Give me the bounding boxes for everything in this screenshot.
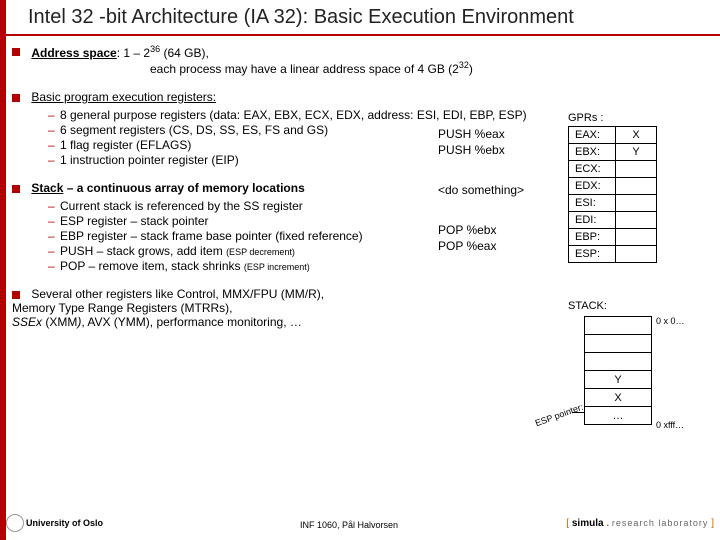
gpr-table: EAX:X EBX:Y ECX: EDX: ESI: EDI: EBP: ESP…: [568, 126, 657, 263]
bullet-icon: [12, 185, 20, 193]
bullet-icon: [12, 48, 20, 56]
footer-uio: University of Oslo: [26, 518, 103, 528]
footer-simula: [ simula . research laboratory ]: [566, 518, 714, 529]
address-space-line2: each process may have a linear address s…: [12, 60, 712, 76]
stack-label: STACK:: [568, 300, 607, 312]
slide-title: Intel 32 -bit Architecture (IA 32): Basi…: [28, 6, 574, 29]
bullet-icon: [12, 94, 20, 102]
gpr-table-wrap: GPRs : EAX:X EBX:Y ECX: EDX: ESI: EDI: E…: [568, 112, 657, 263]
esp-pointer-arrow: [572, 412, 584, 413]
footer-course: INF 1060, Pål Halvorsen: [300, 520, 398, 530]
title-rule: [0, 34, 720, 36]
stack-addr-bottom: 0 xfff…: [656, 420, 684, 430]
stack-heading: Stack – a continuous array of memory loc…: [31, 181, 304, 195]
footer: University of Oslo INF 1060, Pål Halvors…: [0, 516, 720, 540]
code-snippet: PUSH %eax PUSH %ebx <do something> POP %…: [438, 126, 524, 254]
section-address-space: Address space: 1 – 236 (64 GB), each pro…: [12, 44, 712, 76]
gpr-label: GPRs :: [568, 112, 657, 124]
address-space-heading: Address space: 1 – 236 (64 GB),: [31, 46, 208, 60]
stack-table: Y X …: [584, 316, 652, 425]
uio-seal-icon: [6, 514, 24, 532]
other-registers-text: Several other registers like Control, MM…: [12, 287, 324, 329]
registers-heading: Basic program execution registers:: [31, 90, 216, 104]
accent-bar: [0, 0, 6, 540]
esp-pointer-label: ESP pointer:: [534, 402, 585, 429]
bullet-icon: [12, 291, 20, 299]
stack-addr-top: 0 x 0…: [656, 316, 685, 326]
